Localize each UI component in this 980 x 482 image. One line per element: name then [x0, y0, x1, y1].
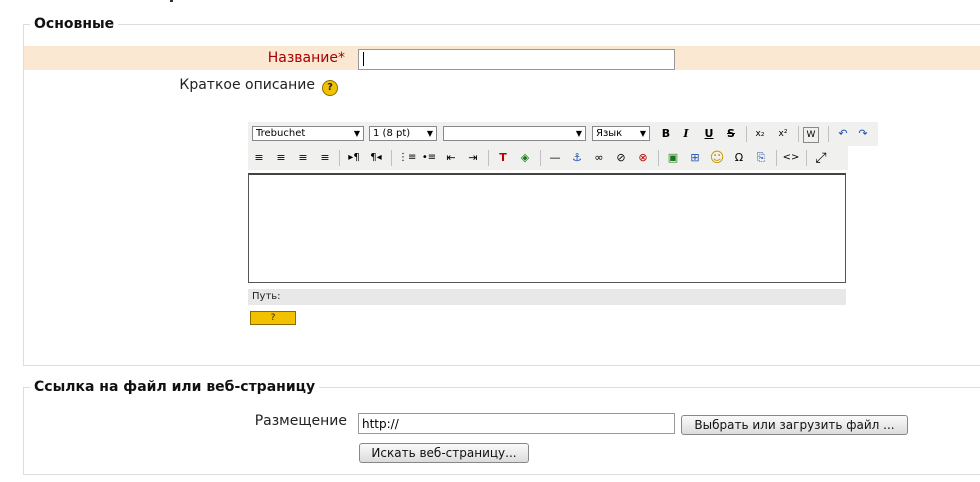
smiley-icon[interactable]: ☺	[708, 149, 726, 167]
bold-icon[interactable]: B	[657, 125, 675, 143]
location-input[interactable]	[358, 413, 675, 434]
toolbar-separator	[658, 150, 659, 166]
help-icon[interactable]: ?	[322, 80, 338, 96]
subscript-icon[interactable]: x₂	[751, 125, 769, 143]
undo-icon[interactable]: ↶	[834, 125, 852, 143]
name-input[interactable]	[358, 49, 675, 70]
nolink-icon[interactable]: ⊗	[634, 149, 652, 167]
required-mark: *	[338, 50, 345, 66]
text-cursor	[363, 52, 364, 66]
unlink-icon[interactable]: ⊘	[612, 149, 630, 167]
indent-icon[interactable]: ⇥	[464, 149, 482, 167]
name-label: Название*	[268, 50, 345, 66]
location-label: Размещение	[254, 413, 347, 429]
image-icon[interactable]: ▣	[664, 149, 682, 167]
paste-word-icon[interactable]: W	[803, 127, 819, 143]
name-label-text: Название	[267, 50, 338, 66]
redo-icon[interactable]: ↷	[854, 125, 872, 143]
toolbar-separator	[828, 126, 829, 142]
unordered-list-icon[interactable]: •≡	[420, 149, 438, 167]
align-left-icon[interactable]: ≡	[250, 149, 268, 167]
special-char-icon[interactable]: Ω	[730, 149, 748, 167]
font-size-value: 1 (8 pt)	[373, 128, 411, 139]
chevron-down-icon: ▼	[639, 129, 646, 138]
chevron-down-icon: ▼	[575, 129, 582, 138]
chevron-down-icon: ▼	[426, 129, 433, 138]
align-center-icon[interactable]: ≡	[272, 149, 290, 167]
anchor-icon[interactable]: ⚓	[568, 149, 586, 167]
outdent-icon[interactable]: ⇤	[442, 149, 460, 167]
summary-label: Краткое описание	[179, 77, 315, 93]
editor-path-bar: Путь:	[248, 289, 846, 305]
link-legend: Ссылка на файл или веб-страницу	[30, 379, 320, 395]
top-edge-fragment	[170, 0, 173, 2]
justify-icon[interactable]: ≡	[316, 149, 334, 167]
bg-color-icon[interactable]: ◈	[516, 149, 534, 167]
ltr-icon[interactable]: ▸¶	[345, 149, 363, 167]
toolbar-separator	[798, 126, 799, 142]
strikethrough-icon[interactable]: S	[722, 125, 740, 143]
toolbar-separator	[776, 150, 777, 166]
keyboard-help-icon[interactable]: ?	[250, 311, 296, 325]
underline-icon[interactable]: U	[700, 125, 718, 143]
horizontal-rule-icon[interactable]: —	[546, 149, 564, 167]
html-source-icon[interactable]: <>	[782, 149, 800, 167]
link-icon[interactable]: ∞	[590, 149, 608, 167]
search-replace-icon[interactable]: ⎘	[752, 149, 770, 167]
toolbar-separator	[540, 150, 541, 166]
choose-file-button[interactable]: Выбрать или загрузить файл ...	[681, 415, 908, 435]
editor-toolbar-1: Trebuchet ▼ 1 (8 pt) ▼ ▼ Язык ▼ B I U S x₂ …	[248, 122, 878, 146]
language-value: Язык	[596, 128, 623, 139]
rtl-icon[interactable]: ¶◂	[367, 149, 385, 167]
superscript-icon[interactable]: x²	[774, 125, 792, 143]
font-size-select[interactable]: 1 (8 pt) ▼	[369, 126, 437, 141]
font-family-select[interactable]: Trebuchet ▼	[252, 126, 364, 141]
italic-icon[interactable]: I	[677, 125, 695, 143]
editor-toolbar-2: ≡ ≡ ≡ ≡ ▸¶ ¶◂ ⋮≡ •≡ ⇤ ⇥ T ◈ — ⚓ ∞ ⊘ ⊗ ▣ …	[248, 146, 848, 170]
table-icon[interactable]: ⊞	[686, 149, 704, 167]
text-color-icon[interactable]: T	[494, 149, 512, 167]
ordered-list-icon[interactable]: ⋮≡	[398, 149, 416, 167]
toolbar-separator	[339, 150, 340, 166]
font-family-value: Trebuchet	[256, 128, 306, 139]
toolbar-separator	[391, 150, 392, 166]
search-web-button[interactable]: Искать веб-страницу...	[359, 443, 529, 463]
align-right-icon[interactable]: ≡	[294, 149, 312, 167]
chevron-down-icon: ▼	[353, 129, 360, 138]
fullscreen-icon[interactable]: ⤢	[812, 149, 830, 167]
toolbar-separator	[746, 126, 747, 142]
editor-textarea[interactable]	[248, 173, 846, 283]
toolbar-separator	[488, 150, 489, 166]
heading-select[interactable]: ▼	[443, 126, 586, 141]
general-legend: Основные	[30, 16, 119, 32]
toolbar-separator	[806, 150, 807, 166]
language-select[interactable]: Язык ▼	[592, 126, 650, 141]
